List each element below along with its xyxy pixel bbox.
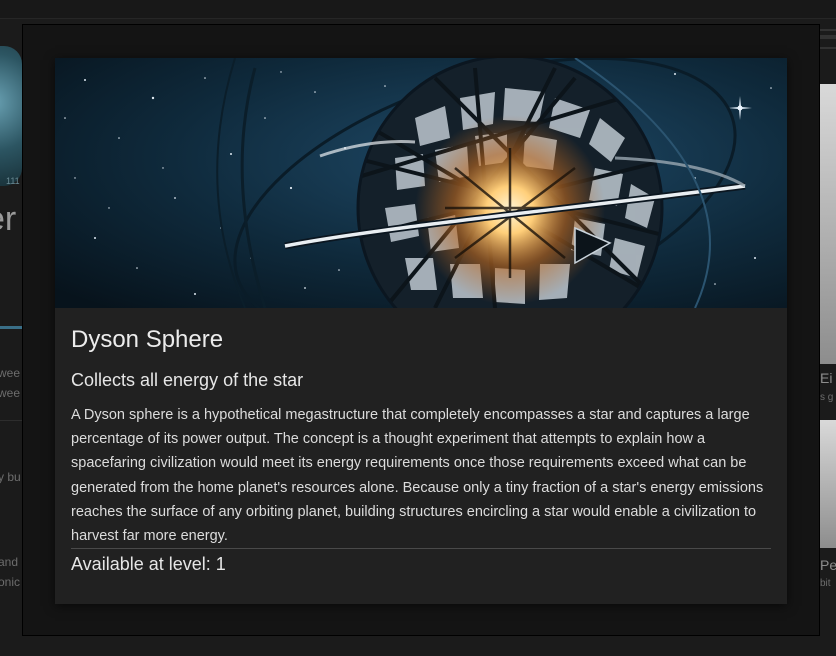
background-text: Ei: [820, 370, 833, 386]
card-subtitle: Collects all energy of the star: [71, 370, 304, 390]
background-card-title-fragment: er: [0, 200, 17, 238]
background-portrait: [820, 420, 836, 548]
background-text: and: [0, 555, 19, 569]
background-text: y bu: [0, 470, 21, 484]
background-top-bar: [0, 0, 836, 19]
background-thumbnail: [0, 46, 22, 186]
background-text: onic: [0, 575, 21, 589]
background-tab-indicator: [0, 326, 22, 329]
background-text: wee: [0, 386, 21, 400]
background-text: Pe: [820, 557, 836, 573]
upgrade-detail-card: Dyson Sphere Collects all energy of the …: [55, 58, 787, 604]
availability-level: Available at level: 1: [71, 554, 226, 574]
background-portrait: [820, 84, 836, 364]
background-text: bit: [820, 578, 831, 589]
card-title: Dyson Sphere: [71, 326, 224, 353]
background-thumbnail-caption: 111: [6, 176, 20, 186]
background-text: s g: [820, 392, 834, 403]
card-description: A Dyson sphere is a hypothetical megastr…: [71, 407, 764, 545]
background-divider: [0, 420, 22, 421]
card-divider: [71, 548, 771, 549]
dyson-sphere-image: [55, 58, 787, 308]
background-text: wee: [0, 366, 21, 380]
